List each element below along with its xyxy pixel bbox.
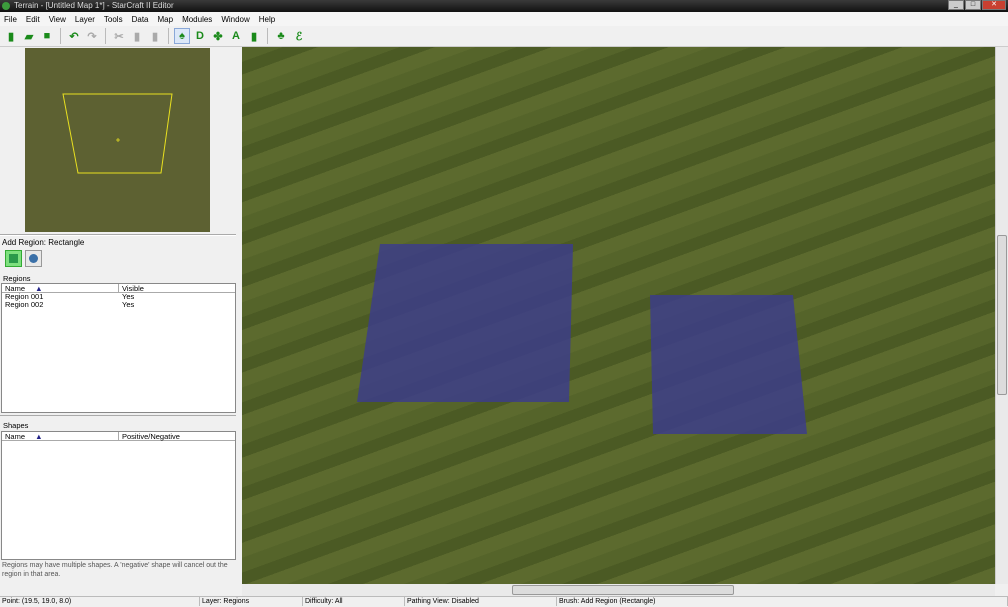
toolbar: ▮ ▰ ■ ↶ ↷ ✂ ▮ ▮ ♠ D ✤ A ▮ ♣ ℰ [0, 26, 1008, 47]
open-icon[interactable]: ▰ [21, 28, 37, 44]
units-icon[interactable]: ✤ [210, 28, 226, 44]
status-point: Point: (19.5, 19.0, 8.0) [0, 597, 200, 606]
menu-window[interactable]: Window [221, 15, 249, 24]
regions-list[interactable]: Name ▲ Visible Region 001 Yes Region 002 Yes [1, 283, 236, 413]
rectangle-shape-button[interactable] [5, 250, 22, 267]
vertical-scroll-thumb[interactable] [997, 235, 1007, 395]
column-name[interactable]: Name ▲ [2, 432, 119, 441]
menu-view[interactable]: View [49, 15, 66, 24]
status-layer: Layer: Regions [200, 597, 303, 606]
camera-frame [62, 93, 173, 174]
column-positive-negative[interactable]: Positive/Negative [119, 432, 180, 441]
toolbar-separator [60, 28, 61, 44]
menu-tools[interactable]: Tools [104, 15, 123, 24]
data-icon[interactable]: ℰ [291, 28, 307, 44]
status-pathing: Pathing View: Disabled [405, 597, 557, 606]
region-002[interactable] [650, 295, 807, 434]
menu-data[interactable]: Data [132, 15, 149, 24]
new-icon[interactable]: ▮ [3, 28, 19, 44]
rectangle-icon [9, 254, 18, 263]
toolbar-separator [105, 28, 106, 44]
menu-modules[interactable]: Modules [182, 15, 212, 24]
region-name: Region 002 [5, 300, 44, 309]
menu-file[interactable]: File [4, 15, 17, 24]
terrain-icon[interactable]: ♠ [174, 28, 190, 44]
cut-icon[interactable]: ✂ [111, 28, 127, 44]
app-icon [2, 2, 10, 10]
menu-map[interactable]: Map [158, 15, 174, 24]
circle-shape-button[interactable] [25, 250, 42, 267]
splitter[interactable] [0, 415, 236, 417]
status-brush: Brush: Add Region (Rectangle) [557, 597, 1008, 606]
toolbar-separator [168, 28, 169, 44]
doodads-icon[interactable]: D [192, 28, 208, 44]
text-icon[interactable]: A [228, 28, 244, 44]
regions-title: Regions [3, 274, 31, 283]
terrain-viewport[interactable] [242, 47, 995, 584]
camera-crosshair-icon [116, 138, 120, 142]
column-name[interactable]: Name ▲ [2, 284, 119, 293]
minimap[interactable] [25, 48, 210, 232]
status-difficulty: Difficulty: All [303, 597, 405, 606]
shapes-title: Shapes [3, 421, 29, 430]
maximize-button[interactable]: □ [965, 0, 981, 10]
add-region-row: Add Region: [2, 238, 139, 247]
window-title: Terrain - [Untitled Map 1*] - StarCraft … [14, 1, 174, 10]
splitter[interactable] [0, 234, 236, 236]
save-icon[interactable]: ■ [39, 28, 55, 44]
title-bar: Terrain - [Untitled Map 1*] - StarCraft … [0, 0, 1008, 12]
column-visible[interactable]: Visible [119, 284, 144, 293]
shapes-hint: Regions may have multiple shapes. A 'neg… [2, 562, 228, 578]
sort-ascending-icon: ▲ [35, 432, 43, 441]
close-button[interactable]: ✕ [982, 0, 1006, 10]
shapes-list[interactable]: Name ▲ Positive/Negative [1, 431, 236, 560]
vertical-scrollbar[interactable] [995, 47, 1008, 584]
menu-layer[interactable]: Layer [75, 15, 95, 24]
left-panel: Add Region: Regions Name ▲Visible Region… [0, 47, 240, 596]
add-region-type-field[interactable] [48, 238, 139, 247]
menu-bar: File Edit View Layer Tools Data Map Modules Wind… [0, 12, 1008, 26]
horizontal-scrollbar[interactable] [242, 584, 995, 596]
undo-icon[interactable]: ↶ [66, 28, 82, 44]
paste-icon[interactable]: ▮ [147, 28, 163, 44]
points-icon[interactable]: ▮ [246, 28, 262, 44]
minimize-button[interactable]: _ [948, 0, 964, 10]
region-001[interactable] [357, 244, 573, 402]
redo-icon[interactable]: ↷ [84, 28, 100, 44]
menu-edit[interactable]: Edit [26, 15, 40, 24]
triggers-icon[interactable]: ♣ [273, 28, 289, 44]
region-visible: Yes [122, 300, 135, 309]
horizontal-scroll-thumb[interactable] [512, 585, 734, 595]
toolbar-separator [267, 28, 268, 44]
circle-icon [29, 254, 38, 263]
table-row[interactable]: Region 002 Yes [2, 301, 235, 309]
copy-icon[interactable]: ▮ [129, 28, 145, 44]
status-bar: Point: (19.5, 19.0, 8.0) Layer: Regions … [0, 596, 1008, 606]
menu-help[interactable]: Help [259, 15, 275, 24]
add-region-label: Add Region: [2, 238, 47, 247]
